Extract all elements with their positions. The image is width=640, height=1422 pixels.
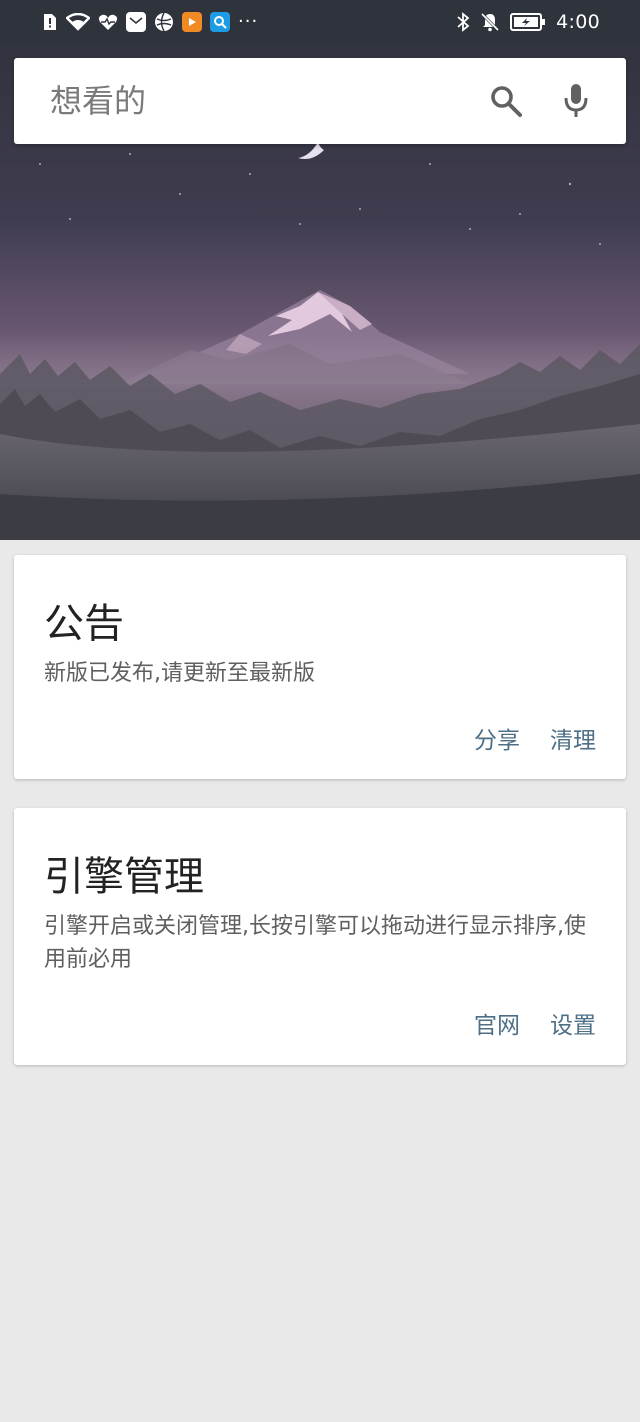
battery-icon	[510, 13, 546, 31]
search-icon	[491, 86, 522, 117]
clear-button[interactable]: 清理	[550, 721, 596, 755]
share-button[interactable]: 分享	[474, 721, 520, 755]
status-time: 4:00	[556, 11, 600, 33]
status-left: ···	[42, 12, 266, 32]
mute-icon	[480, 12, 500, 32]
announcement-description: 新版已发布,请更新至最新版	[44, 661, 315, 686]
engine-management-card: 引擎管理 引擎开启或关闭管理,长按引擎可以拖动进行显示排序,使用前必用 官网 设…	[14, 808, 626, 1065]
video-app-icon	[182, 12, 202, 32]
voice-search-button[interactable]	[556, 81, 596, 121]
search-app-icon	[210, 12, 230, 32]
status-bar: ··· 4:00	[0, 0, 640, 44]
more-notifications-icon: ···	[238, 11, 259, 32]
announcement-title: 公告	[44, 601, 124, 647]
browser-icon	[154, 12, 174, 32]
official-site-button[interactable]: 官网	[474, 1006, 520, 1040]
wifi-icon	[66, 13, 90, 31]
engine-management-title: 引擎管理	[44, 854, 204, 900]
settings-button[interactable]: 设置	[550, 1006, 596, 1040]
health-icon	[98, 13, 118, 31]
search-input[interactable]	[50, 82, 458, 120]
mail-icon	[126, 12, 146, 32]
microphone-icon	[564, 84, 588, 117]
announcement-card: 公告 新版已发布,请更新至最新版 分享 清理	[14, 555, 626, 779]
engine-management-actions: 官网 设置	[444, 1006, 596, 1040]
announcement-actions: 分享 清理	[444, 721, 596, 755]
bluetooth-icon	[456, 12, 470, 32]
engine-management-description: 引擎开启或关闭管理,长按引擎可以拖动进行显示排序,使用前必用	[44, 914, 586, 972]
alert-icon	[42, 13, 58, 31]
status-right: 4:00	[446, 11, 600, 33]
search-button[interactable]	[486, 81, 526, 121]
search-bar	[14, 58, 626, 144]
